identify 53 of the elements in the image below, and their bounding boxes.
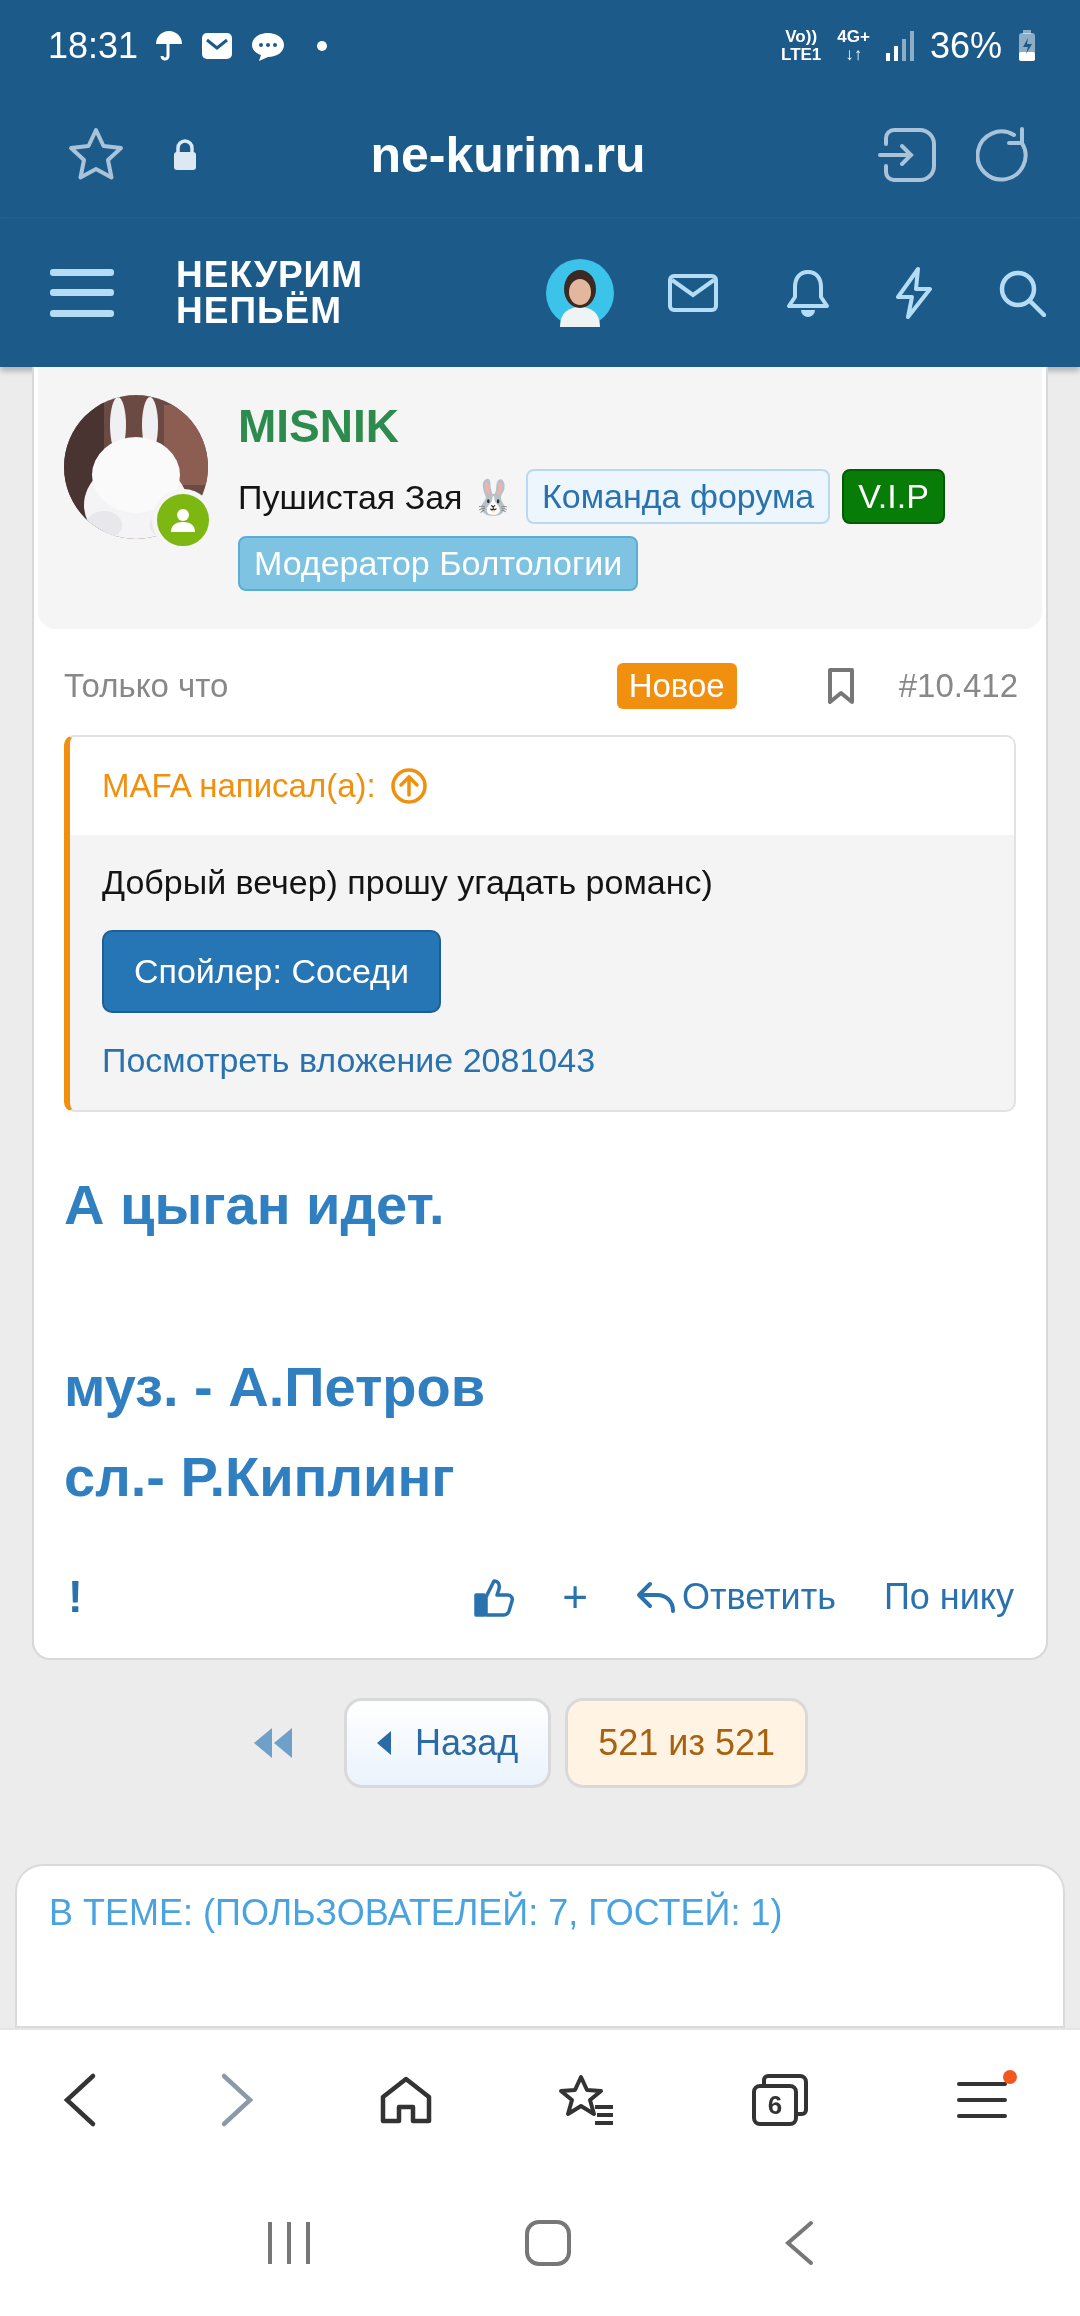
status-time: 18:31 bbox=[48, 25, 139, 67]
new-label: Новое bbox=[616, 663, 737, 709]
battery-icon bbox=[1018, 30, 1036, 62]
reply-button[interactable]: Ответить bbox=[636, 1576, 836, 1618]
bell-icon[interactable] bbox=[786, 268, 830, 318]
bookmark-icon[interactable] bbox=[826, 667, 855, 705]
address-url[interactable]: ne-kurim.ru bbox=[138, 125, 878, 184]
report-button[interactable]: ! bbox=[68, 1572, 83, 1622]
umbrella-icon bbox=[154, 30, 185, 62]
thumbs-up-icon[interactable] bbox=[474, 1577, 515, 1617]
battery-percent: 36% bbox=[929, 25, 1002, 67]
home-icon[interactable] bbox=[378, 2075, 433, 2125]
mail-icon bbox=[200, 30, 235, 62]
menu-icon bbox=[956, 2080, 1007, 2120]
menu-icon[interactable] bbox=[50, 267, 114, 319]
post-text: А цыган идет. bbox=[64, 1172, 446, 1238]
attachment-link[interactable]: Посмотреть вложение 2081043 bbox=[102, 1041, 596, 1080]
quote-text: Добрый вечер) прошу угадать романс) bbox=[102, 863, 713, 902]
caret-icon bbox=[377, 1731, 392, 1755]
tabs-icon bbox=[749, 2072, 810, 2128]
volte-indicator: Vo)) LTE1 bbox=[781, 28, 822, 64]
recents-icon[interactable] bbox=[266, 2222, 312, 2264]
site-logo[interactable]: НЕКУРИМ НЕПЬЁМ bbox=[176, 257, 363, 329]
dot-icon bbox=[316, 40, 329, 52]
reply-icon bbox=[636, 1580, 677, 1614]
page-indicator[interactable]: 521 из 521 bbox=[565, 1698, 808, 1788]
chat-icon bbox=[250, 30, 287, 62]
author-name[interactable]: MISNIK bbox=[238, 399, 1016, 453]
data-indicator: 4G+ ↓↑ bbox=[837, 28, 870, 64]
reload-icon[interactable] bbox=[976, 126, 1030, 183]
avatar-icon[interactable] bbox=[546, 259, 614, 327]
user-badge: Команда форума bbox=[525, 469, 831, 524]
post-text: сл.- Р.Киплинг bbox=[64, 1444, 456, 1510]
section-title: В ТЕМЕ: (ПОЛЬЗОВАТЕЛЕЙ: 7, ГОСТЕЙ: 1) bbox=[49, 1892, 784, 1934]
forward-icon[interactable] bbox=[220, 2072, 256, 2128]
post-time[interactable]: Только что bbox=[64, 667, 229, 705]
user-badge: V.I.P bbox=[842, 469, 945, 524]
by-nick-button[interactable]: По нику bbox=[883, 1576, 1014, 1618]
post-number[interactable]: #10.412 bbox=[898, 667, 1018, 705]
back-icon[interactable] bbox=[61, 2072, 98, 2128]
post-text: муз. - А.Петров bbox=[64, 1354, 487, 1420]
lightning-icon[interactable] bbox=[894, 267, 934, 319]
user-title: Пушистая Зая 🐰 bbox=[238, 476, 514, 517]
mail-icon[interactable] bbox=[668, 274, 718, 312]
tabs-button[interactable]: 6 bbox=[737, 2060, 822, 2140]
add-button[interactable]: + bbox=[562, 1572, 589, 1622]
signal-icon bbox=[885, 31, 914, 61]
spoiler-button[interactable]: Спойлер: Соседи bbox=[102, 930, 441, 1013]
search-icon[interactable] bbox=[998, 269, 1046, 317]
user-badge: Модератор Болтологии bbox=[238, 536, 639, 591]
sign-in-icon[interactable] bbox=[878, 127, 936, 182]
back-button[interactable]: Назад bbox=[344, 1698, 552, 1788]
lock-icon bbox=[172, 138, 198, 171]
